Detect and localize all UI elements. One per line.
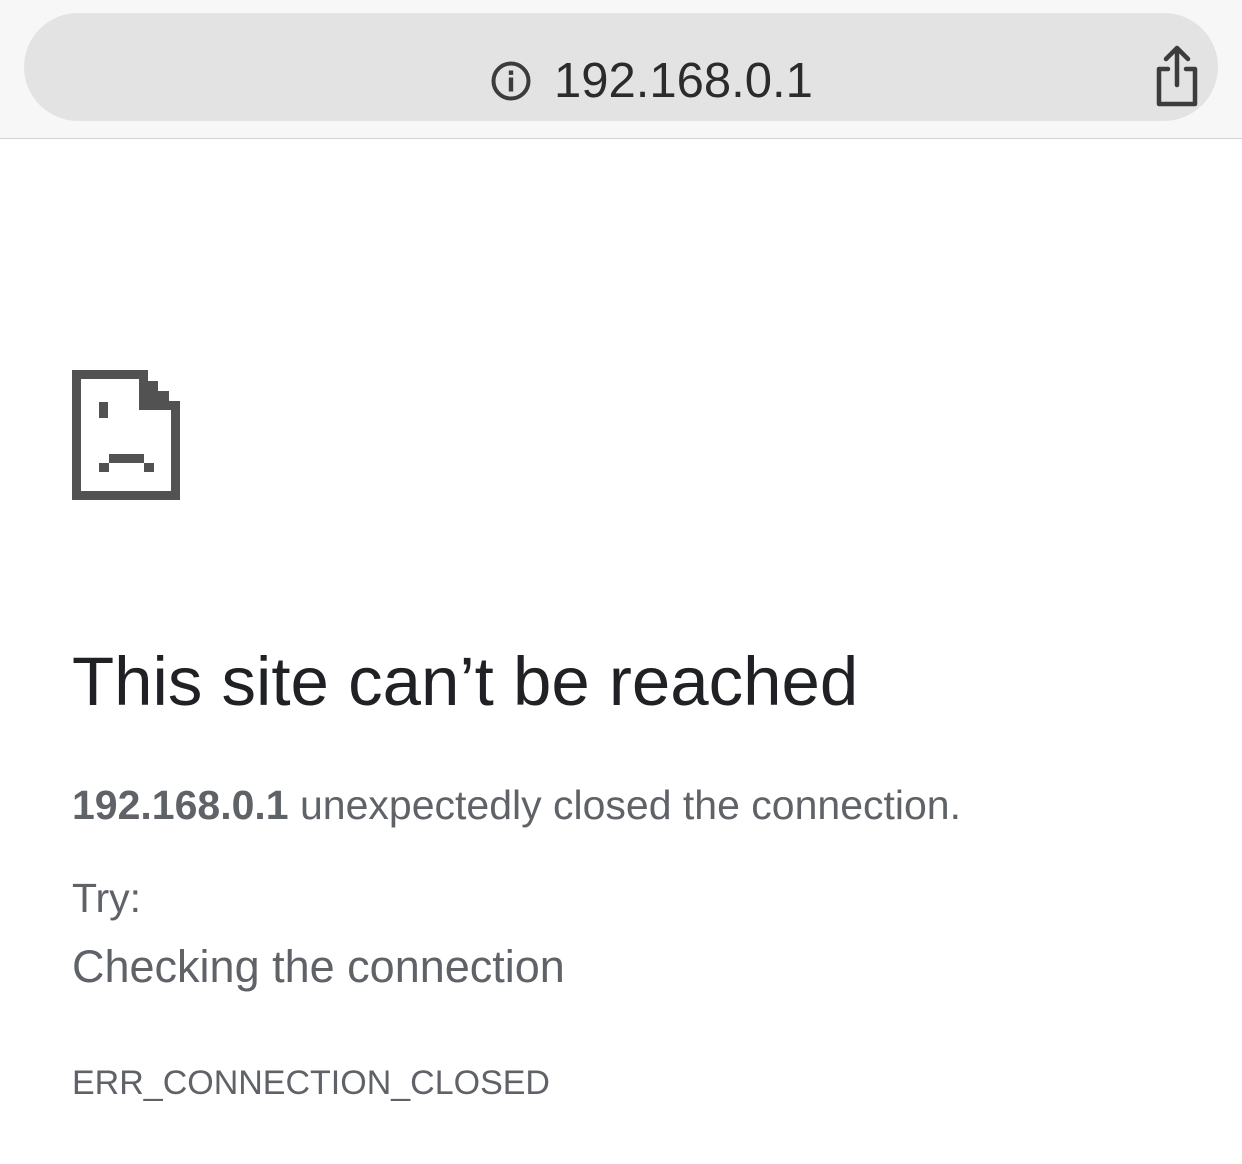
suggestion-item: Checking the connection <box>72 941 565 992</box>
error-host: 192.168.0.1 <box>72 782 289 828</box>
error-message: unexpectedly closed the connection. <box>288 782 961 828</box>
error-title: This site can’t be reached <box>72 643 859 720</box>
address-bar[interactable]: 192.168.0.1 <box>24 13 1218 121</box>
sad-document-icon <box>72 370 180 500</box>
browser-toolbar: 192.168.0.1 <box>0 0 1242 139</box>
error-summary: 192.168.0.1 unexpectedly closed the conn… <box>72 780 961 830</box>
info-circle-icon[interactable] <box>490 60 532 102</box>
error-code: ERR_CONNECTION_CLOSED <box>72 1064 550 1102</box>
try-label: Try: <box>72 875 142 921</box>
share-icon[interactable] <box>1148 43 1206 109</box>
url-text[interactable]: 192.168.0.1 <box>554 53 813 109</box>
